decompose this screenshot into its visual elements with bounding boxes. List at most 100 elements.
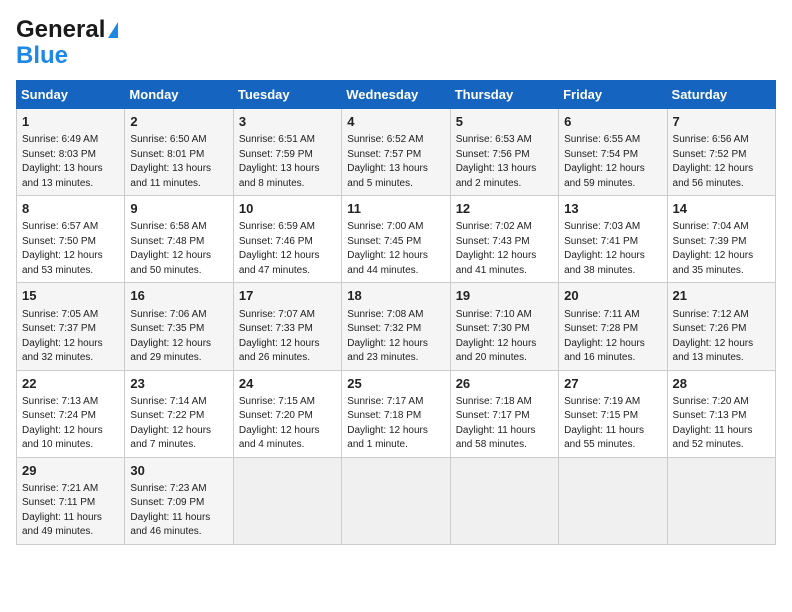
weekday-header-sunday: Sunday [17, 81, 125, 109]
day-info: Sunrise: 7:20 AMSunset: 7:13 PMDaylight:… [673, 395, 770, 453]
day-number: 7 [673, 113, 770, 131]
day-info: Sunrise: 7:00 AMSunset: 7:45 PMDaylight:… [347, 220, 444, 278]
day-number: 4 [347, 113, 444, 131]
empty-cell [342, 457, 450, 544]
calendar-cell-27: 27 Sunrise: 7:19 AMSunset: 7:15 PMDayligh… [559, 370, 667, 457]
day-number: 6 [564, 113, 661, 131]
calendar-cell-28: 28 Sunrise: 7:20 AMSunset: 7:13 PMDayligh… [667, 370, 775, 457]
calendar-cell-22: 22 Sunrise: 7:13 AMSunset: 7:24 PMDayligh… [17, 370, 125, 457]
day-number: 14 [673, 200, 770, 218]
weekday-header-tuesday: Tuesday [233, 81, 341, 109]
day-info: Sunrise: 7:23 AMSunset: 7:09 PMDaylight:… [130, 482, 227, 540]
day-info: Sunrise: 7:11 AMSunset: 7:28 PMDaylight:… [564, 308, 661, 366]
calendar-cell-12: 12 Sunrise: 7:02 AMSunset: 7:43 PMDayligh… [450, 196, 558, 283]
calendar-cell-7: 7 Sunrise: 6:56 AMSunset: 7:52 PMDaylight… [667, 109, 775, 196]
day-info: Sunrise: 7:17 AMSunset: 7:18 PMDaylight:… [347, 395, 444, 453]
day-info: Sunrise: 7:19 AMSunset: 7:15 PMDaylight:… [564, 395, 661, 453]
logo-text-blue: Blue [16, 44, 68, 68]
calendar-cell-2: 2 Sunrise: 6:50 AMSunset: 8:01 PMDaylight… [125, 109, 233, 196]
calendar-cell-25: 25 Sunrise: 7:17 AMSunset: 7:18 PMDayligh… [342, 370, 450, 457]
day-info: Sunrise: 7:08 AMSunset: 7:32 PMDaylight:… [347, 308, 444, 366]
day-number: 2 [130, 113, 227, 131]
calendar-cell-4: 4 Sunrise: 6:52 AMSunset: 7:57 PMDaylight… [342, 109, 450, 196]
day-info: Sunrise: 6:53 AMSunset: 7:56 PMDaylight:… [456, 133, 553, 191]
day-number: 19 [456, 287, 553, 305]
empty-cell [450, 457, 558, 544]
empty-cell [233, 457, 341, 544]
calendar-cell-20: 20Sunrise: 7:11 AMSunset: 7:28 PMDayligh… [559, 283, 667, 370]
day-number: 22 [22, 375, 119, 393]
day-info: Sunrise: 6:57 AMSunset: 7:50 PMDaylight:… [22, 220, 119, 278]
day-number: 30 [130, 462, 227, 480]
calendar-cell-11: 11Sunrise: 7:00 AMSunset: 7:45 PMDayligh… [342, 196, 450, 283]
empty-cell [559, 457, 667, 544]
day-number: 18 [347, 287, 444, 305]
calendar-cell-24: 24 Sunrise: 7:15 AMSunset: 7:20 PMDayligh… [233, 370, 341, 457]
empty-cell [667, 457, 775, 544]
calendar-cell-5: 5 Sunrise: 6:53 AMSunset: 7:56 PMDaylight… [450, 109, 558, 196]
calendar-cell-13: 13 Sunrise: 7:03 AMSunset: 7:41 PMDayligh… [559, 196, 667, 283]
day-number: 1 [22, 113, 119, 131]
day-number: 21 [673, 287, 770, 305]
day-info: Sunrise: 7:03 AMSunset: 7:41 PMDaylight:… [564, 220, 661, 278]
calendar-cell-21: 21 Sunrise: 7:12 AMSunset: 7:26 PMDayligh… [667, 283, 775, 370]
day-number: 29 [22, 462, 119, 480]
calendar-cell-3: 3 Sunrise: 6:51 AMSunset: 7:59 PMDaylight… [233, 109, 341, 196]
weekday-header-monday: Monday [125, 81, 233, 109]
weekday-header-friday: Friday [559, 81, 667, 109]
day-info: Sunrise: 7:04 AMSunset: 7:39 PMDaylight:… [673, 220, 770, 278]
calendar-cell-29: 29 Sunrise: 7:21 AMSunset: 7:11 PMDayligh… [17, 457, 125, 544]
day-number: 12 [456, 200, 553, 218]
day-number: 24 [239, 375, 336, 393]
day-info: Sunrise: 6:50 AMSunset: 8:01 PMDaylight:… [130, 133, 227, 191]
calendar-cell-8: 8 Sunrise: 6:57 AMSunset: 7:50 PMDaylight… [17, 196, 125, 283]
day-number: 28 [673, 375, 770, 393]
weekday-header-saturday: Saturday [667, 81, 775, 109]
day-number: 25 [347, 375, 444, 393]
day-number: 9 [130, 200, 227, 218]
day-info: Sunrise: 7:14 AMSunset: 7:22 PMDaylight:… [130, 395, 227, 453]
day-info: Sunrise: 6:56 AMSunset: 7:52 PMDaylight:… [673, 133, 770, 191]
calendar-cell-23: 23Sunrise: 7:14 AMSunset: 7:22 PMDayligh… [125, 370, 233, 457]
day-info: Sunrise: 6:52 AMSunset: 7:57 PMDaylight:… [347, 133, 444, 191]
day-info: Sunrise: 6:59 AMSunset: 7:46 PMDaylight:… [239, 220, 336, 278]
day-info: Sunrise: 6:51 AMSunset: 7:59 PMDaylight:… [239, 133, 336, 191]
calendar-cell-17: 17Sunrise: 7:07 AMSunset: 7:33 PMDayligh… [233, 283, 341, 370]
day-number: 15 [22, 287, 119, 305]
day-info: Sunrise: 6:55 AMSunset: 7:54 PMDaylight:… [564, 133, 661, 191]
day-info: Sunrise: 7:21 AMSunset: 7:11 PMDaylight:… [22, 482, 119, 540]
day-number: 17 [239, 287, 336, 305]
calendar-cell-1: 1Sunrise: 6:49 AMSunset: 8:03 PMDaylight… [17, 109, 125, 196]
day-info: Sunrise: 7:05 AMSunset: 7:37 PMDaylight:… [22, 308, 119, 366]
calendar-cell-16: 16 Sunrise: 7:06 AMSunset: 7:35 PMDayligh… [125, 283, 233, 370]
day-number: 5 [456, 113, 553, 131]
calendar-cell-30: 30 Sunrise: 7:23 AMSunset: 7:09 PMDayligh… [125, 457, 233, 544]
calendar-cell-9: 9 Sunrise: 6:58 AMSunset: 7:48 PMDaylight… [125, 196, 233, 283]
day-info: Sunrise: 7:12 AMSunset: 7:26 PMDaylight:… [673, 308, 770, 366]
day-info: Sunrise: 7:18 AMSunset: 7:17 PMDaylight:… [456, 395, 553, 453]
day-number: 26 [456, 375, 553, 393]
day-number: 27 [564, 375, 661, 393]
page-header: General Blue [16, 16, 776, 68]
logo-icon [108, 22, 118, 38]
day-info: Sunrise: 7:13 AMSunset: 7:24 PMDaylight:… [22, 395, 119, 453]
calendar-cell-6: 6 Sunrise: 6:55 AMSunset: 7:54 PMDaylight… [559, 109, 667, 196]
logo-text-general: General [16, 16, 105, 44]
day-number: 13 [564, 200, 661, 218]
day-number: 3 [239, 113, 336, 131]
calendar-cell-15: 15 Sunrise: 7:05 AMSunset: 7:37 PMDayligh… [17, 283, 125, 370]
day-info: Sunrise: 7:15 AMSunset: 7:20 PMDaylight:… [239, 395, 336, 453]
calendar-cell-18: 18 Sunrise: 7:08 AMSunset: 7:32 PMDayligh… [342, 283, 450, 370]
day-info: Sunrise: 7:02 AMSunset: 7:43 PMDaylight:… [456, 220, 553, 278]
day-info: Sunrise: 7:10 AMSunset: 7:30 PMDaylight:… [456, 308, 553, 366]
calendar-table: SundayMondayTuesdayWednesdayThursdayFrid… [16, 80, 776, 545]
weekday-header-wednesday: Wednesday [342, 81, 450, 109]
weekday-header-thursday: Thursday [450, 81, 558, 109]
day-number: 16 [130, 287, 227, 305]
day-number: 8 [22, 200, 119, 218]
calendar-cell-26: 26 Sunrise: 7:18 AMSunset: 7:17 PMDayligh… [450, 370, 558, 457]
day-info: Sunrise: 6:58 AMSunset: 7:48 PMDaylight:… [130, 220, 227, 278]
day-number: 10 [239, 200, 336, 218]
logo: General Blue [16, 16, 118, 68]
day-info: Sunrise: 7:06 AMSunset: 7:35 PMDaylight:… [130, 308, 227, 366]
